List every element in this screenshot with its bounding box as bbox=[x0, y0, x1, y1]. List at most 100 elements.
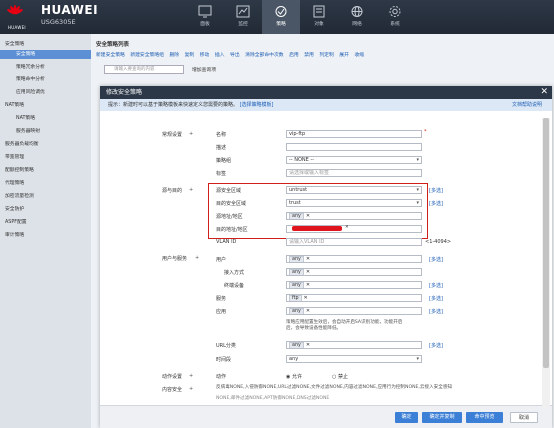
src-zone-multi-link[interactable]: [多选] bbox=[429, 187, 443, 194]
close-icon[interactable]: ✕ bbox=[540, 86, 548, 99]
dialog-scrollbar[interactable] bbox=[542, 118, 550, 408]
desc-input[interactable] bbox=[286, 143, 422, 151]
collapse-icon[interactable]: + bbox=[189, 187, 193, 193]
dst-zone-select[interactable]: trust bbox=[286, 199, 422, 207]
scroll-thumb[interactable] bbox=[543, 118, 549, 368]
monitor-icon bbox=[236, 5, 250, 18]
service-multi-link[interactable]: [多选] bbox=[429, 295, 443, 302]
ok-button[interactable]: 确定 bbox=[395, 412, 418, 423]
remove-tag-icon[interactable]: ✕ bbox=[306, 308, 310, 314]
sidebar-item-proxy[interactable]: 代理策略 bbox=[5, 179, 24, 186]
ok-copy-button[interactable]: 确定并复制 bbox=[422, 412, 462, 423]
app-input[interactable]: any ✕ bbox=[286, 307, 422, 315]
system-icon bbox=[389, 6, 401, 17]
add-condition-button[interactable]: 增加查询项 bbox=[192, 66, 216, 73]
device-model: USG6305E bbox=[41, 18, 76, 26]
sidebar-item-encrypted[interactable]: 加密流量检测 bbox=[5, 192, 34, 199]
nav-system[interactable]: 系统 bbox=[376, 0, 414, 34]
nav-dashboard[interactable]: 面板 bbox=[186, 0, 224, 34]
sidebar-item-quota[interactable]: 配额控制策略 bbox=[5, 166, 34, 173]
dialog-title: 修改安全策略 bbox=[106, 89, 143, 96]
disable-button[interactable]: 禁用 bbox=[304, 53, 314, 58]
radio-deny[interactable]: ○ 禁止 bbox=[332, 373, 348, 380]
hit-preview-button[interactable]: 命中预览 bbox=[466, 412, 503, 423]
remove-tag-icon[interactable]: ✕ bbox=[345, 225, 349, 230]
collapse-icon[interactable]: + bbox=[189, 373, 193, 379]
export-button[interactable]: 导出 bbox=[230, 53, 240, 58]
sidebar-item-nat-policy-sub[interactable]: NAT策略 bbox=[16, 114, 35, 121]
access-tag: any bbox=[289, 269, 304, 275]
terminal-tag: any bbox=[289, 282, 304, 288]
enable-button[interactable]: 启用 bbox=[289, 53, 299, 58]
dst-zone-label: 目的安全区域 bbox=[216, 201, 247, 207]
clear-hits-button[interactable]: 清除全部命中次数 bbox=[245, 53, 283, 58]
radio-permit[interactable]: ◉ 允许 bbox=[286, 373, 302, 380]
huawei-logo-icon bbox=[7, 4, 23, 15]
toolbar: 新建安全策略 新建安全策略组 删除 复制 移动 插入 导出 清除全部命中次数 启… bbox=[96, 51, 368, 58]
sidebar-item-redundancy[interactable]: 策略冗余分析 bbox=[16, 63, 45, 70]
name-label: 名称 bbox=[216, 132, 227, 138]
url-multi-link[interactable]: [多选] bbox=[429, 342, 443, 349]
url-label: URL分类 bbox=[216, 343, 236, 349]
terminal-multi-link[interactable]: [多选] bbox=[429, 282, 443, 289]
user-label: 用户 bbox=[216, 257, 227, 263]
name-input[interactable]: vip-ftp bbox=[286, 130, 422, 138]
src-addr-tag: any bbox=[289, 213, 304, 219]
vlan-input[interactable]: 请输入VLAN ID bbox=[286, 238, 422, 246]
terminal-input[interactable]: any ✕ bbox=[286, 281, 422, 289]
sidebar-item-app-risk[interactable]: 应用风险调优 bbox=[16, 88, 45, 95]
tag-input[interactable]: 请选择或输入标签 bbox=[286, 169, 422, 177]
collapse-icon[interactable]: + bbox=[189, 131, 193, 137]
sidebar-item-bandwidth[interactable]: 带宽管理 bbox=[5, 153, 24, 160]
sidebar-item-security-policy-sub[interactable]: 安全策略 bbox=[0, 50, 91, 59]
url-input[interactable]: any ✕ bbox=[286, 341, 422, 349]
collapse-icon[interactable]: + bbox=[189, 386, 193, 392]
columns-button[interactable]: 列定制 bbox=[319, 53, 333, 58]
group-select[interactable]: -- NONE -- bbox=[286, 156, 422, 164]
collapse-icon[interactable]: + bbox=[195, 255, 199, 261]
sidebar-item-security-policy[interactable]: 安全策略 bbox=[5, 40, 24, 47]
template-link[interactable]: [选择策略模板] bbox=[240, 102, 274, 108]
search-input[interactable]: 请输入要查询的内容 bbox=[104, 65, 184, 74]
nav-monitor[interactable]: 监控 bbox=[224, 0, 262, 34]
nav-object[interactable]: 对象 bbox=[300, 0, 338, 34]
time-select[interactable]: any bbox=[286, 355, 422, 363]
copy-button[interactable]: 复制 bbox=[185, 53, 195, 58]
sidebar-item-nat-policy[interactable]: NAT策略 bbox=[5, 101, 24, 108]
new-group-button[interactable]: 新建安全策略组 bbox=[130, 53, 164, 58]
sidebar-item-aspf[interactable]: ASPF配置 bbox=[5, 218, 27, 225]
delete-button[interactable]: 删除 bbox=[169, 53, 179, 58]
app-multi-link[interactable]: [多选] bbox=[429, 308, 443, 315]
nav-network[interactable]: 网络 bbox=[338, 0, 376, 34]
remove-tag-icon[interactable]: ✕ bbox=[306, 213, 310, 219]
app-tag: any bbox=[289, 308, 304, 314]
sidebar-item-audit[interactable]: 审计策略 bbox=[5, 231, 24, 238]
help-link[interactable]: 文档帮助说明 bbox=[512, 99, 542, 111]
nav-policy[interactable]: 策略 bbox=[262, 0, 300, 34]
remove-tag-icon[interactable]: ✕ bbox=[306, 256, 310, 262]
sidebar-item-hit-analysis[interactable]: 策略命中分析 bbox=[16, 75, 45, 82]
src-addr-input[interactable]: any ✕ bbox=[286, 212, 422, 220]
access-input[interactable]: any ✕ bbox=[286, 268, 422, 276]
user-multi-link[interactable]: [多选] bbox=[429, 256, 443, 263]
expand-button[interactable]: 展开 bbox=[339, 53, 349, 58]
nav-label: 监控 bbox=[238, 22, 248, 27]
remove-tag-icon[interactable]: ✕ bbox=[306, 269, 310, 275]
user-input[interactable]: any ✕ bbox=[286, 255, 422, 263]
new-policy-button[interactable]: 新建安全策略 bbox=[96, 53, 125, 58]
service-input[interactable]: ftp ✕ bbox=[286, 294, 422, 302]
sidebar-item-server-map[interactable]: 服务器映射 bbox=[16, 127, 40, 134]
move-button[interactable]: 移动 bbox=[200, 53, 210, 58]
section-src-dst: 源与目的 bbox=[162, 188, 183, 194]
insert-button[interactable]: 插入 bbox=[215, 53, 225, 58]
cancel-button[interactable]: 取消 bbox=[510, 412, 538, 423]
dst-zone-multi-link[interactable]: [多选] bbox=[429, 200, 443, 207]
sidebar-item-slb[interactable]: 服务器负载均衡 bbox=[5, 140, 39, 147]
src-zone-select[interactable]: untrust bbox=[286, 186, 422, 194]
collapse-button[interactable]: 收缩 bbox=[354, 53, 364, 58]
sidebar-item-protection[interactable]: 安全防护 bbox=[5, 205, 24, 212]
remove-tag-icon[interactable]: ✕ bbox=[306, 342, 310, 348]
app-note-line2: 后，会导致设备性能降低。 bbox=[286, 326, 342, 331]
remove-tag-icon[interactable]: ✕ bbox=[306, 282, 310, 288]
remove-tag-icon[interactable]: ✕ bbox=[304, 295, 308, 301]
